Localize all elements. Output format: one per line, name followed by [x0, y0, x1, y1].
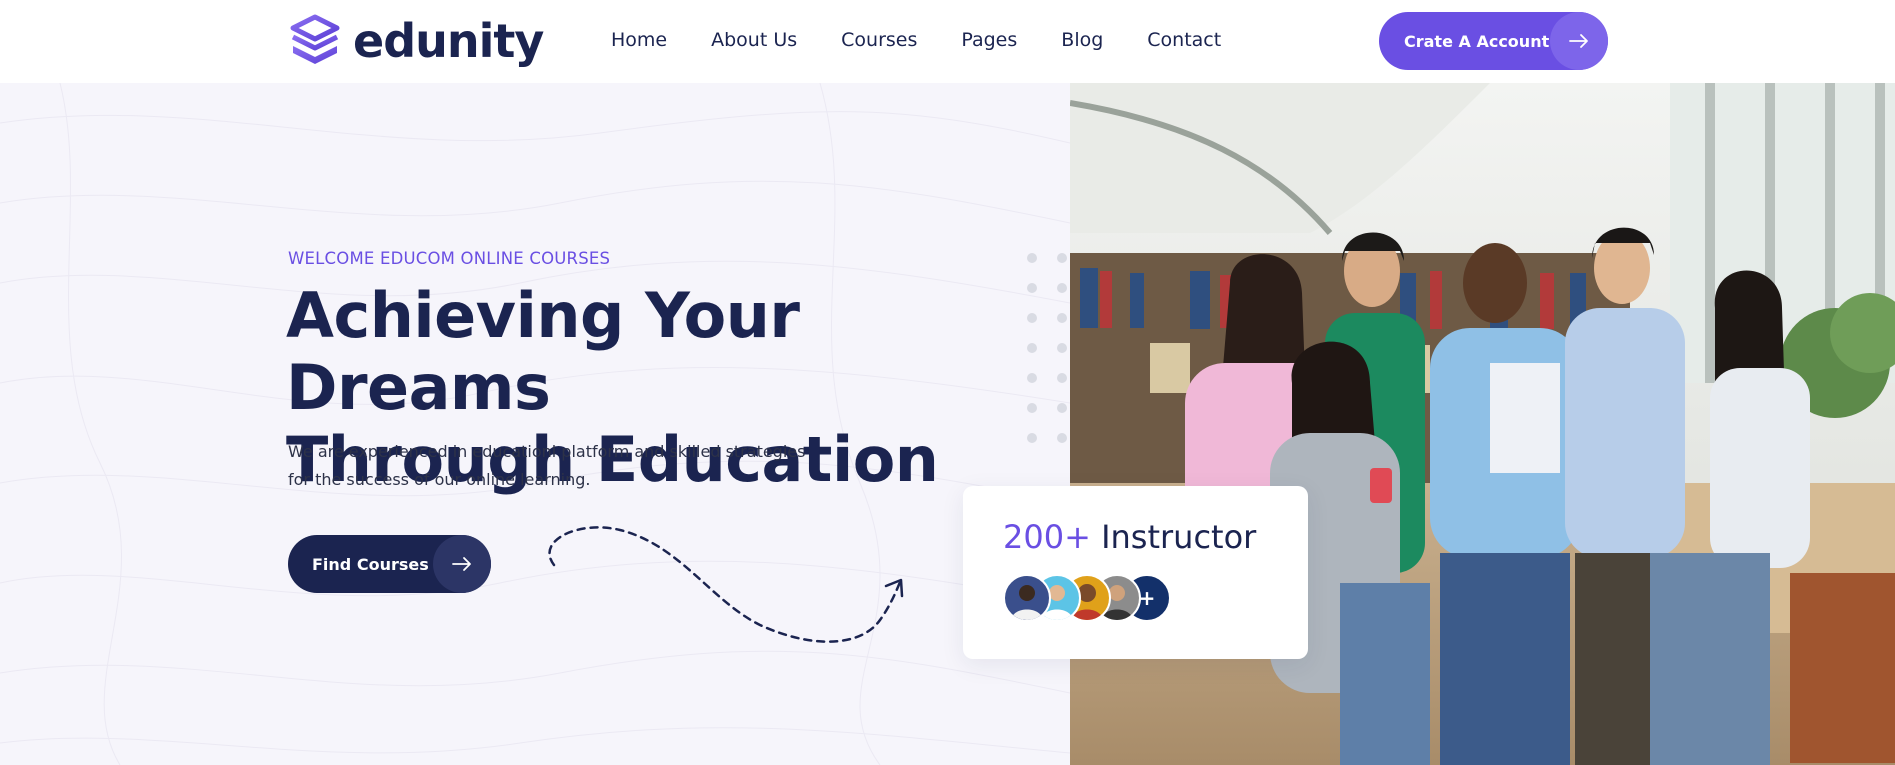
students-hero-photo — [1070, 83, 1895, 765]
brand-name: edunity — [353, 14, 544, 68]
instructor-card: 200+ Instructor + — [963, 486, 1308, 659]
arrow-right-icon — [433, 535, 491, 593]
instructor-avatars: + — [1003, 574, 1171, 622]
plus-icon: + — [1138, 586, 1156, 610]
subtext-line-1: We are experienced in educationl platfor… — [288, 442, 806, 461]
headline-line-1: Achieving Your Dreams — [286, 279, 800, 424]
nav-contact[interactable]: Contact — [1147, 28, 1221, 52]
nav-courses[interactable]: Courses — [841, 28, 917, 52]
hero-subtext: We are experienced in educationl platfor… — [288, 438, 808, 494]
brand-logo[interactable]: edunity — [287, 13, 544, 69]
subtext-line-2: for the success of our online learning. — [288, 470, 591, 489]
site-header: edunity Home About Us Courses Pages Blog… — [0, 0, 1895, 83]
logo-icon — [290, 14, 340, 64]
students-library-image — [1070, 83, 1895, 765]
nav-home[interactable]: Home — [611, 28, 667, 52]
create-account-button[interactable]: Crate A Account — [1379, 12, 1608, 70]
hero-eyebrow: WELCOME EDUCOM ONLINE COURSES — [288, 249, 611, 268]
find-courses-label: Find Courses — [312, 554, 429, 574]
nav-blog[interactable]: Blog — [1061, 28, 1103, 52]
instructor-count: 200+ — [1003, 518, 1091, 556]
nav-pages[interactable]: Pages — [961, 28, 1017, 52]
main-nav: Home About Us Courses Pages Blog Contact — [611, 28, 1265, 52]
instructor-label: Instructor — [1101, 518, 1257, 556]
instructor-heading: 200+ Instructor — [1003, 518, 1256, 556]
nav-about-us[interactable]: About Us — [711, 28, 797, 52]
avatar[interactable] — [1003, 574, 1051, 622]
arrow-right-icon — [1550, 12, 1608, 70]
create-account-label: Crate A Account — [1404, 31, 1550, 51]
find-courses-button[interactable]: Find Courses — [288, 535, 491, 593]
dashed-arrow-decoration — [548, 526, 904, 643]
dot-grid-decoration — [1027, 253, 1067, 443]
